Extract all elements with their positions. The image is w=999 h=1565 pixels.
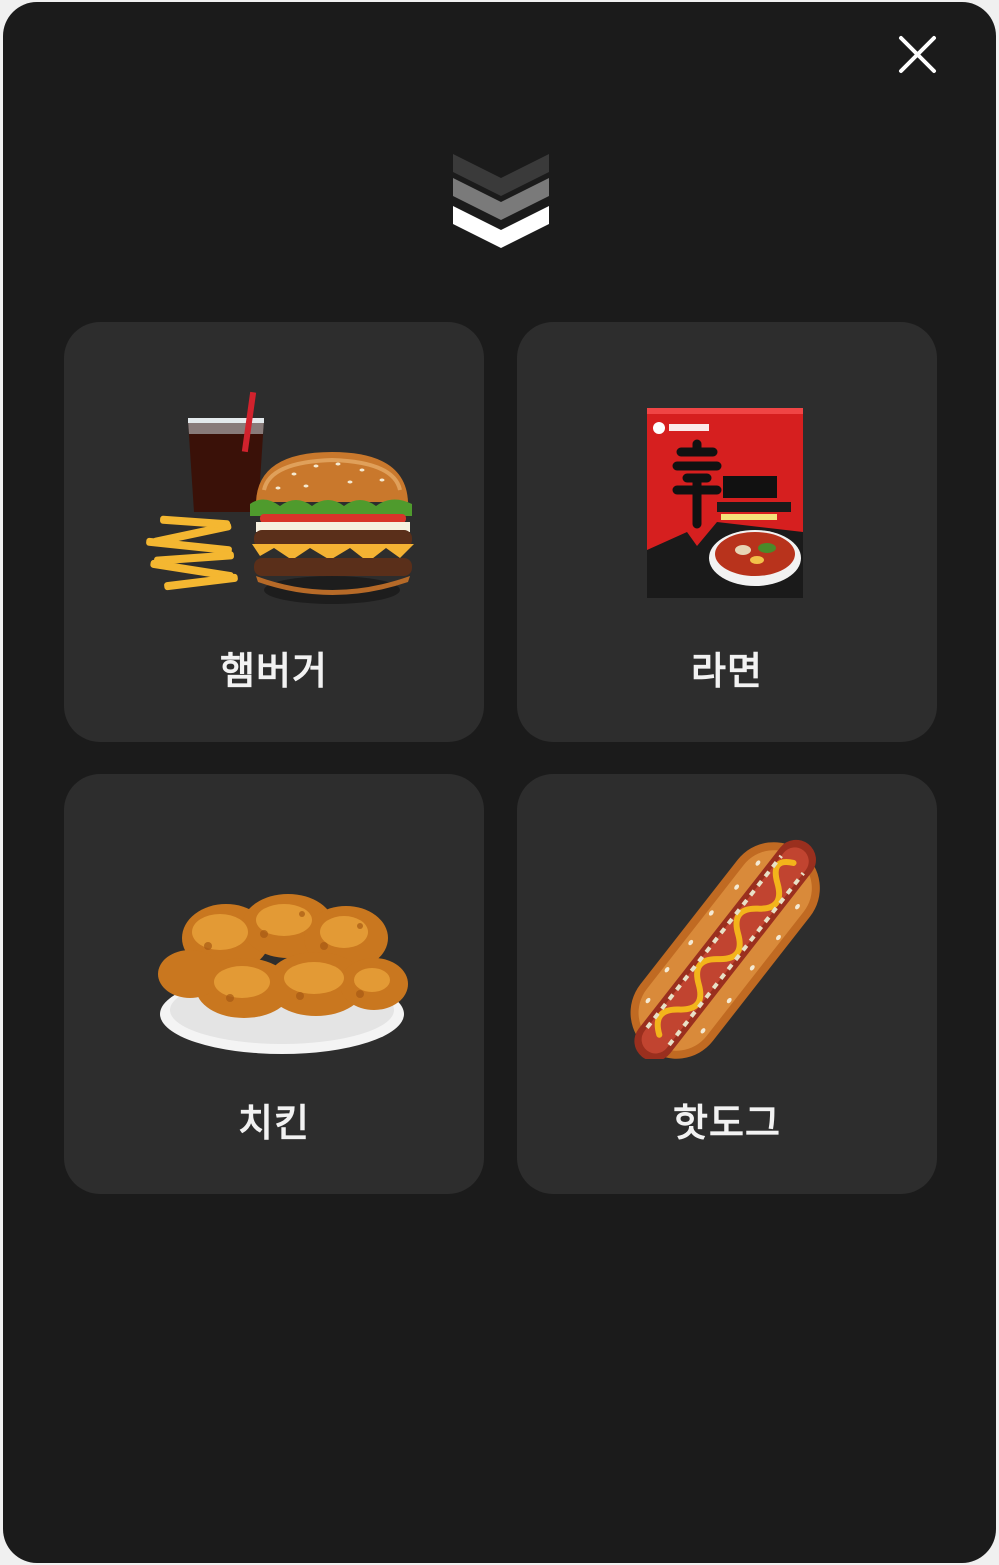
menu-card-ramen[interactable]: 라면: [517, 322, 937, 742]
menu-dialog: 햄버거 라면 치킨 핫도그: [3, 2, 996, 1563]
ramen-package-image: [647, 408, 803, 598]
close-icon: [899, 36, 936, 73]
menu-card-hamburger[interactable]: 햄버거: [64, 322, 484, 742]
menu-label-chicken: 치킨: [238, 1101, 310, 1145]
menu-card-hotdog[interactable]: 핫도그: [517, 774, 937, 1194]
close-button[interactable]: [889, 28, 943, 82]
menu-card-chicken[interactable]: 치킨: [64, 774, 484, 1194]
hotdog-image: [630, 839, 820, 1059]
menu-label-hotdog: 핫도그: [673, 1101, 781, 1145]
menu-label-ramen: 라면: [691, 649, 763, 693]
fried-chicken-image: [158, 894, 408, 1054]
triple-chevron-down-icon: [451, 154, 551, 250]
menu-label-hamburger: 햄버거: [220, 649, 328, 693]
burger-meal-image: [146, 391, 414, 604]
food-menu-grid: 햄버거 라면 치킨 핫도그: [64, 322, 937, 1194]
